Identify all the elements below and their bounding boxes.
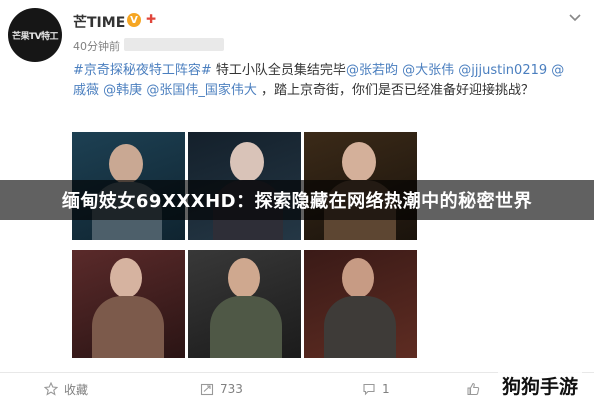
overlay-banner: 缅甸妓女69XXXHD：探索隐藏在网络热潮中的秘密世界 [0,180,594,220]
post-text: 特工小队全员集结完毕 [211,63,346,78]
star-icon [44,382,58,396]
repost-count: 733 [220,382,243,396]
favorite-button[interactable]: 收藏 [44,380,88,398]
favorite-label: 收藏 [64,382,89,397]
hashtag-link[interactable]: #京奇探秘夜特工阵容# [73,63,212,78]
verified-icon: V [127,13,141,27]
mention-link[interactable]: @大张伟 [402,63,454,78]
post-text: ，踏上京奇街，你们是否已经准备好迎接挑战？ [256,83,534,98]
watermark-logo: 狗狗手游 [498,372,583,399]
mention-link[interactable]: @jjjustin0219 [458,63,547,78]
photo-tile[interactable] [72,250,185,358]
comment-count: 1 [382,382,390,396]
avatar[interactable]: 芒果TV特工 [8,8,62,62]
mention-link[interactable]: @张国伟_国家伟大 [146,83,257,98]
image-grid [72,132,417,358]
comment-icon [363,383,375,396]
photo-tile[interactable] [304,250,417,358]
like-button[interactable] [466,380,486,398]
thumbs-up-icon [467,382,480,396]
mention-link[interactable]: @张若昀 [346,63,398,78]
repost-button[interactable]: 733 [200,380,243,398]
gift-icon: ✚ [146,12,157,26]
repost-icon [200,383,214,396]
comment-button[interactable]: 1 [362,380,390,398]
post-content: #京奇探秘夜特工阵容# 特工小队全员集结完毕@张若昀 @大张伟 @jjjusti… [73,61,573,101]
mention-link[interactable]: @韩庚 [103,83,142,98]
account-name[interactable]: 芒TIME [73,12,125,32]
photo-tile[interactable] [188,250,301,358]
banner-title: 缅甸妓女69XXXHD：探索隐藏在网络热潮中的秘密世界 [61,191,533,212]
chevron-down-icon[interactable] [567,9,583,25]
post-timestamp: 40分钟前 [73,40,120,53]
blurred-source [124,38,224,51]
avatar-text: 芒果TV特工 [11,31,59,42]
